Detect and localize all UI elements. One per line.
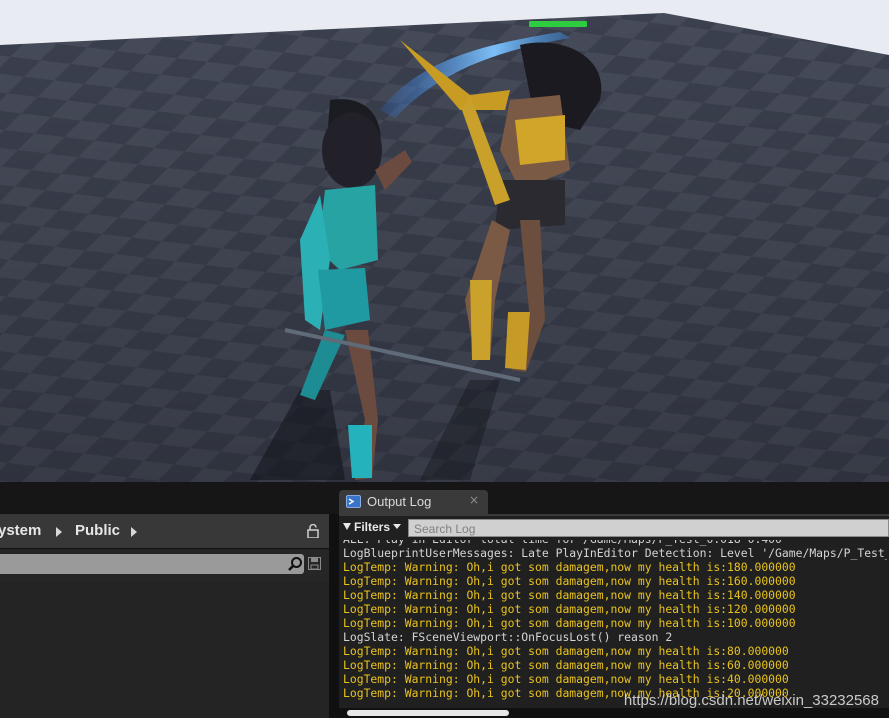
search-log-input[interactable] (408, 519, 889, 537)
tab-label: Output Log (367, 494, 432, 509)
log-line: LogTemp: Warning: Oh,i got som damagem,n… (343, 602, 796, 616)
breadcrumb-arrow-icon[interactable] (56, 527, 62, 537)
filters-label: Filters (354, 520, 391, 534)
log-line: LogTemp: Warning: Oh,i got som damagem,n… (343, 560, 796, 574)
log-line: LogTemp: Warning: Oh,i got som damagem,n… (343, 588, 796, 602)
scrollbar-thumb[interactable] (347, 710, 509, 716)
watermark: https://blog.csdn.net/weixin_33232568 (623, 692, 879, 709)
asset-list-area[interactable] (0, 582, 329, 718)
output-log-icon (346, 495, 361, 508)
log-line: LogTemp: Warning: Oh,i got som damagem,n… (343, 658, 789, 672)
log-line: ALL: Play in Editor total time for /Game… (343, 540, 887, 546)
log-line: LogBlueprintUserMessages: Late PlayInEdi… (343, 546, 887, 560)
game-viewport[interactable] (0, 0, 889, 482)
panel-splitter[interactable] (329, 514, 339, 718)
filters-button[interactable]: Filters (343, 520, 402, 534)
log-line: LogTemp: Warning: Oh,i got som damagem,n… (343, 616, 796, 630)
editor-bottom-panels: ystem Public Output Log × Filters Search… (0, 482, 889, 718)
log-line: LogSlate: FSceneViewport::OnFocusLost() … (343, 630, 673, 644)
close-icon[interactable]: × (469, 493, 479, 507)
log-line: LogTemp: Warning: Oh,i got som damagem,n… (343, 574, 796, 588)
output-log-panel: Filters ALL: Play in Editor total time f… (339, 514, 889, 718)
log-line: LogTemp: Warning: Oh,i got som damagem,n… (343, 644, 789, 658)
asset-search-input[interactable] (0, 554, 304, 574)
scene-render (0, 13, 889, 482)
content-browser: ystem Public (0, 514, 329, 718)
log-lines: ALL: Play in Editor total time for /Game… (343, 540, 887, 708)
breadcrumb-item-public[interactable]: Public (75, 522, 120, 539)
funnel-icon (343, 523, 351, 530)
breadcrumb: ystem Public (0, 514, 329, 549)
log-line: LogTemp: Warning: Oh,i got som damagem,n… (343, 672, 789, 686)
horizontal-scrollbar[interactable] (339, 708, 889, 718)
breadcrumb-item-system[interactable]: ystem (0, 522, 41, 539)
save-icon[interactable] (308, 557, 321, 570)
breadcrumb-arrow-icon[interactable] (131, 527, 137, 537)
health-bar (529, 21, 587, 27)
search-icon[interactable] (287, 556, 303, 572)
tab-output-log[interactable]: Output Log × (339, 490, 488, 514)
chevron-down-icon (393, 524, 402, 529)
lock-icon[interactable] (306, 524, 320, 538)
